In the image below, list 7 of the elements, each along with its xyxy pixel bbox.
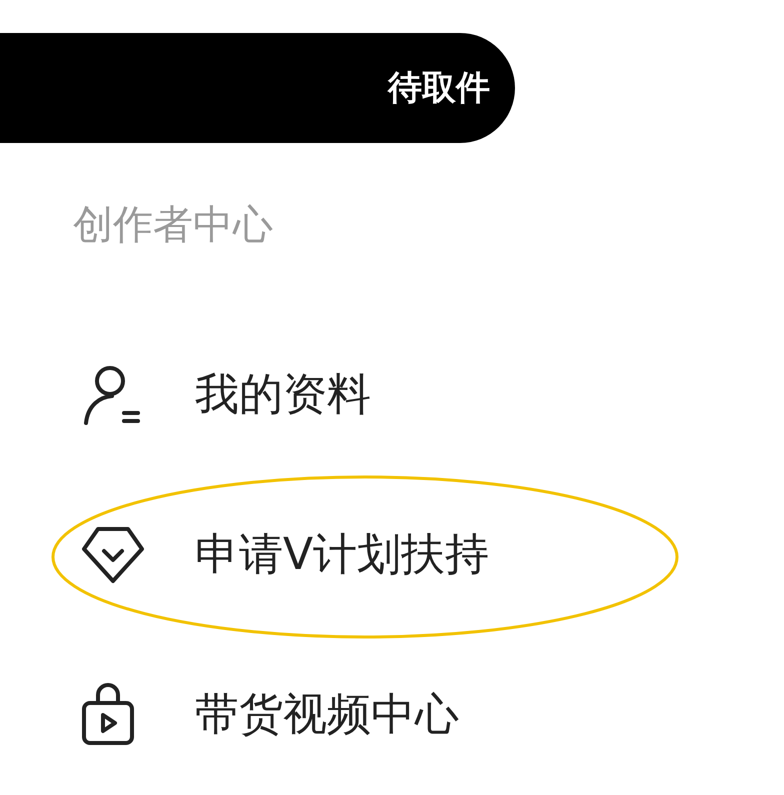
- shopping-bag-icon: [80, 683, 136, 747]
- section-title: 创作者中心: [73, 205, 273, 245]
- diamond-badge-icon: [80, 525, 146, 585]
- menu-item[interactable]: 带货视频中心: [195, 693, 459, 737]
- menu-item[interactable]: 我的资料: [195, 373, 371, 417]
- pickup-button[interactable]: 待取件: [0, 33, 515, 143]
- menu-item[interactable]: 申请V计划扶持: [195, 533, 490, 577]
